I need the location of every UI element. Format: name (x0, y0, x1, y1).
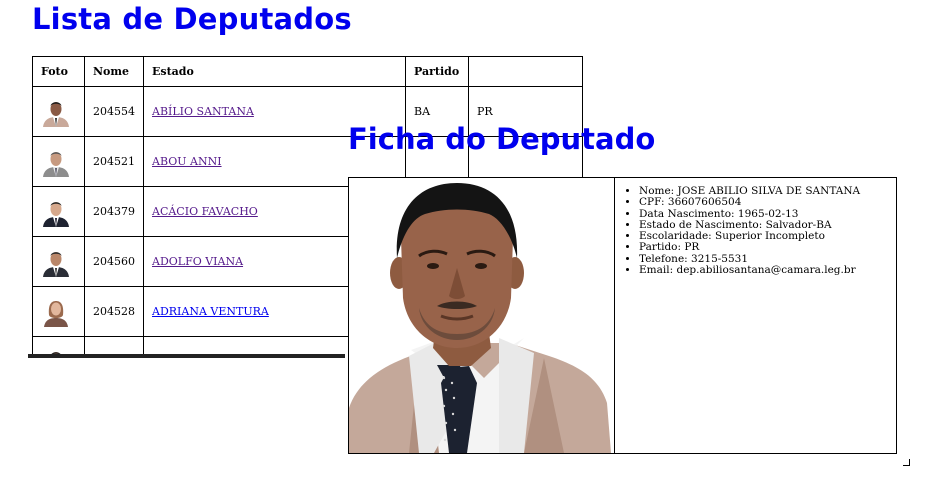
deputy-name-link[interactable]: ADRIANA VENTURA (152, 305, 269, 318)
column-header-estado: Estado (143, 56, 406, 87)
deputy-name-link[interactable]: ABOU ANNI (152, 155, 222, 168)
deputy-details-list: Nome: JOSE ABILIO SILVA DE SANTANA CPF: … (615, 185, 896, 276)
ficha-card: Nome: JOSE ABILIO SILVA DE SANTANA CPF: … (348, 177, 897, 454)
deputy-photo (41, 146, 71, 177)
detail-cpf: CPF: 36607606504 (639, 196, 896, 208)
table-header-row: Foto Nome Estado Partido (32, 56, 583, 87)
deputy-name-link[interactable]: ADOLFO VIANA (152, 255, 243, 268)
detail-email: Email: dep.abiliosantana@camara.leg.br (639, 264, 896, 276)
deputy-id: 204379 (84, 186, 144, 237)
photo-cell (32, 286, 85, 337)
photo-cell (32, 186, 85, 237)
resize-handle-icon[interactable] (903, 459, 910, 466)
deputy-name-link[interactable]: ABÍLIO SANTANA (152, 105, 254, 118)
deputy-portrait (349, 178, 615, 453)
photo-cell (32, 236, 85, 287)
page-title: Lista de Deputados (32, 2, 352, 36)
column-header-partido: Partido (405, 56, 469, 87)
column-header-empty (468, 56, 583, 87)
ficha-title: Ficha do Deputado (348, 122, 656, 156)
scroll-edge (28, 354, 345, 358)
deputy-photo (41, 196, 71, 227)
deputy-photo (41, 246, 71, 277)
photo-cell (32, 86, 85, 137)
deputy-photo (41, 96, 71, 127)
deputy-id: 204560 (84, 236, 144, 287)
column-header-foto: Foto (32, 56, 85, 87)
deputy-id: 204521 (84, 136, 144, 187)
deputy-id: 204528 (84, 286, 144, 337)
deputy-id: 204554 (84, 86, 144, 137)
deputy-details: Nome: JOSE ABILIO SILVA DE SANTANA CPF: … (615, 185, 896, 276)
deputy-name-link[interactable]: ACÁCIO FAVACHO (152, 205, 258, 218)
photo-cell (32, 136, 85, 187)
deputy-photo (41, 296, 71, 327)
deputy-portrait-image (349, 178, 614, 453)
column-header-nome: Nome (84, 56, 144, 87)
